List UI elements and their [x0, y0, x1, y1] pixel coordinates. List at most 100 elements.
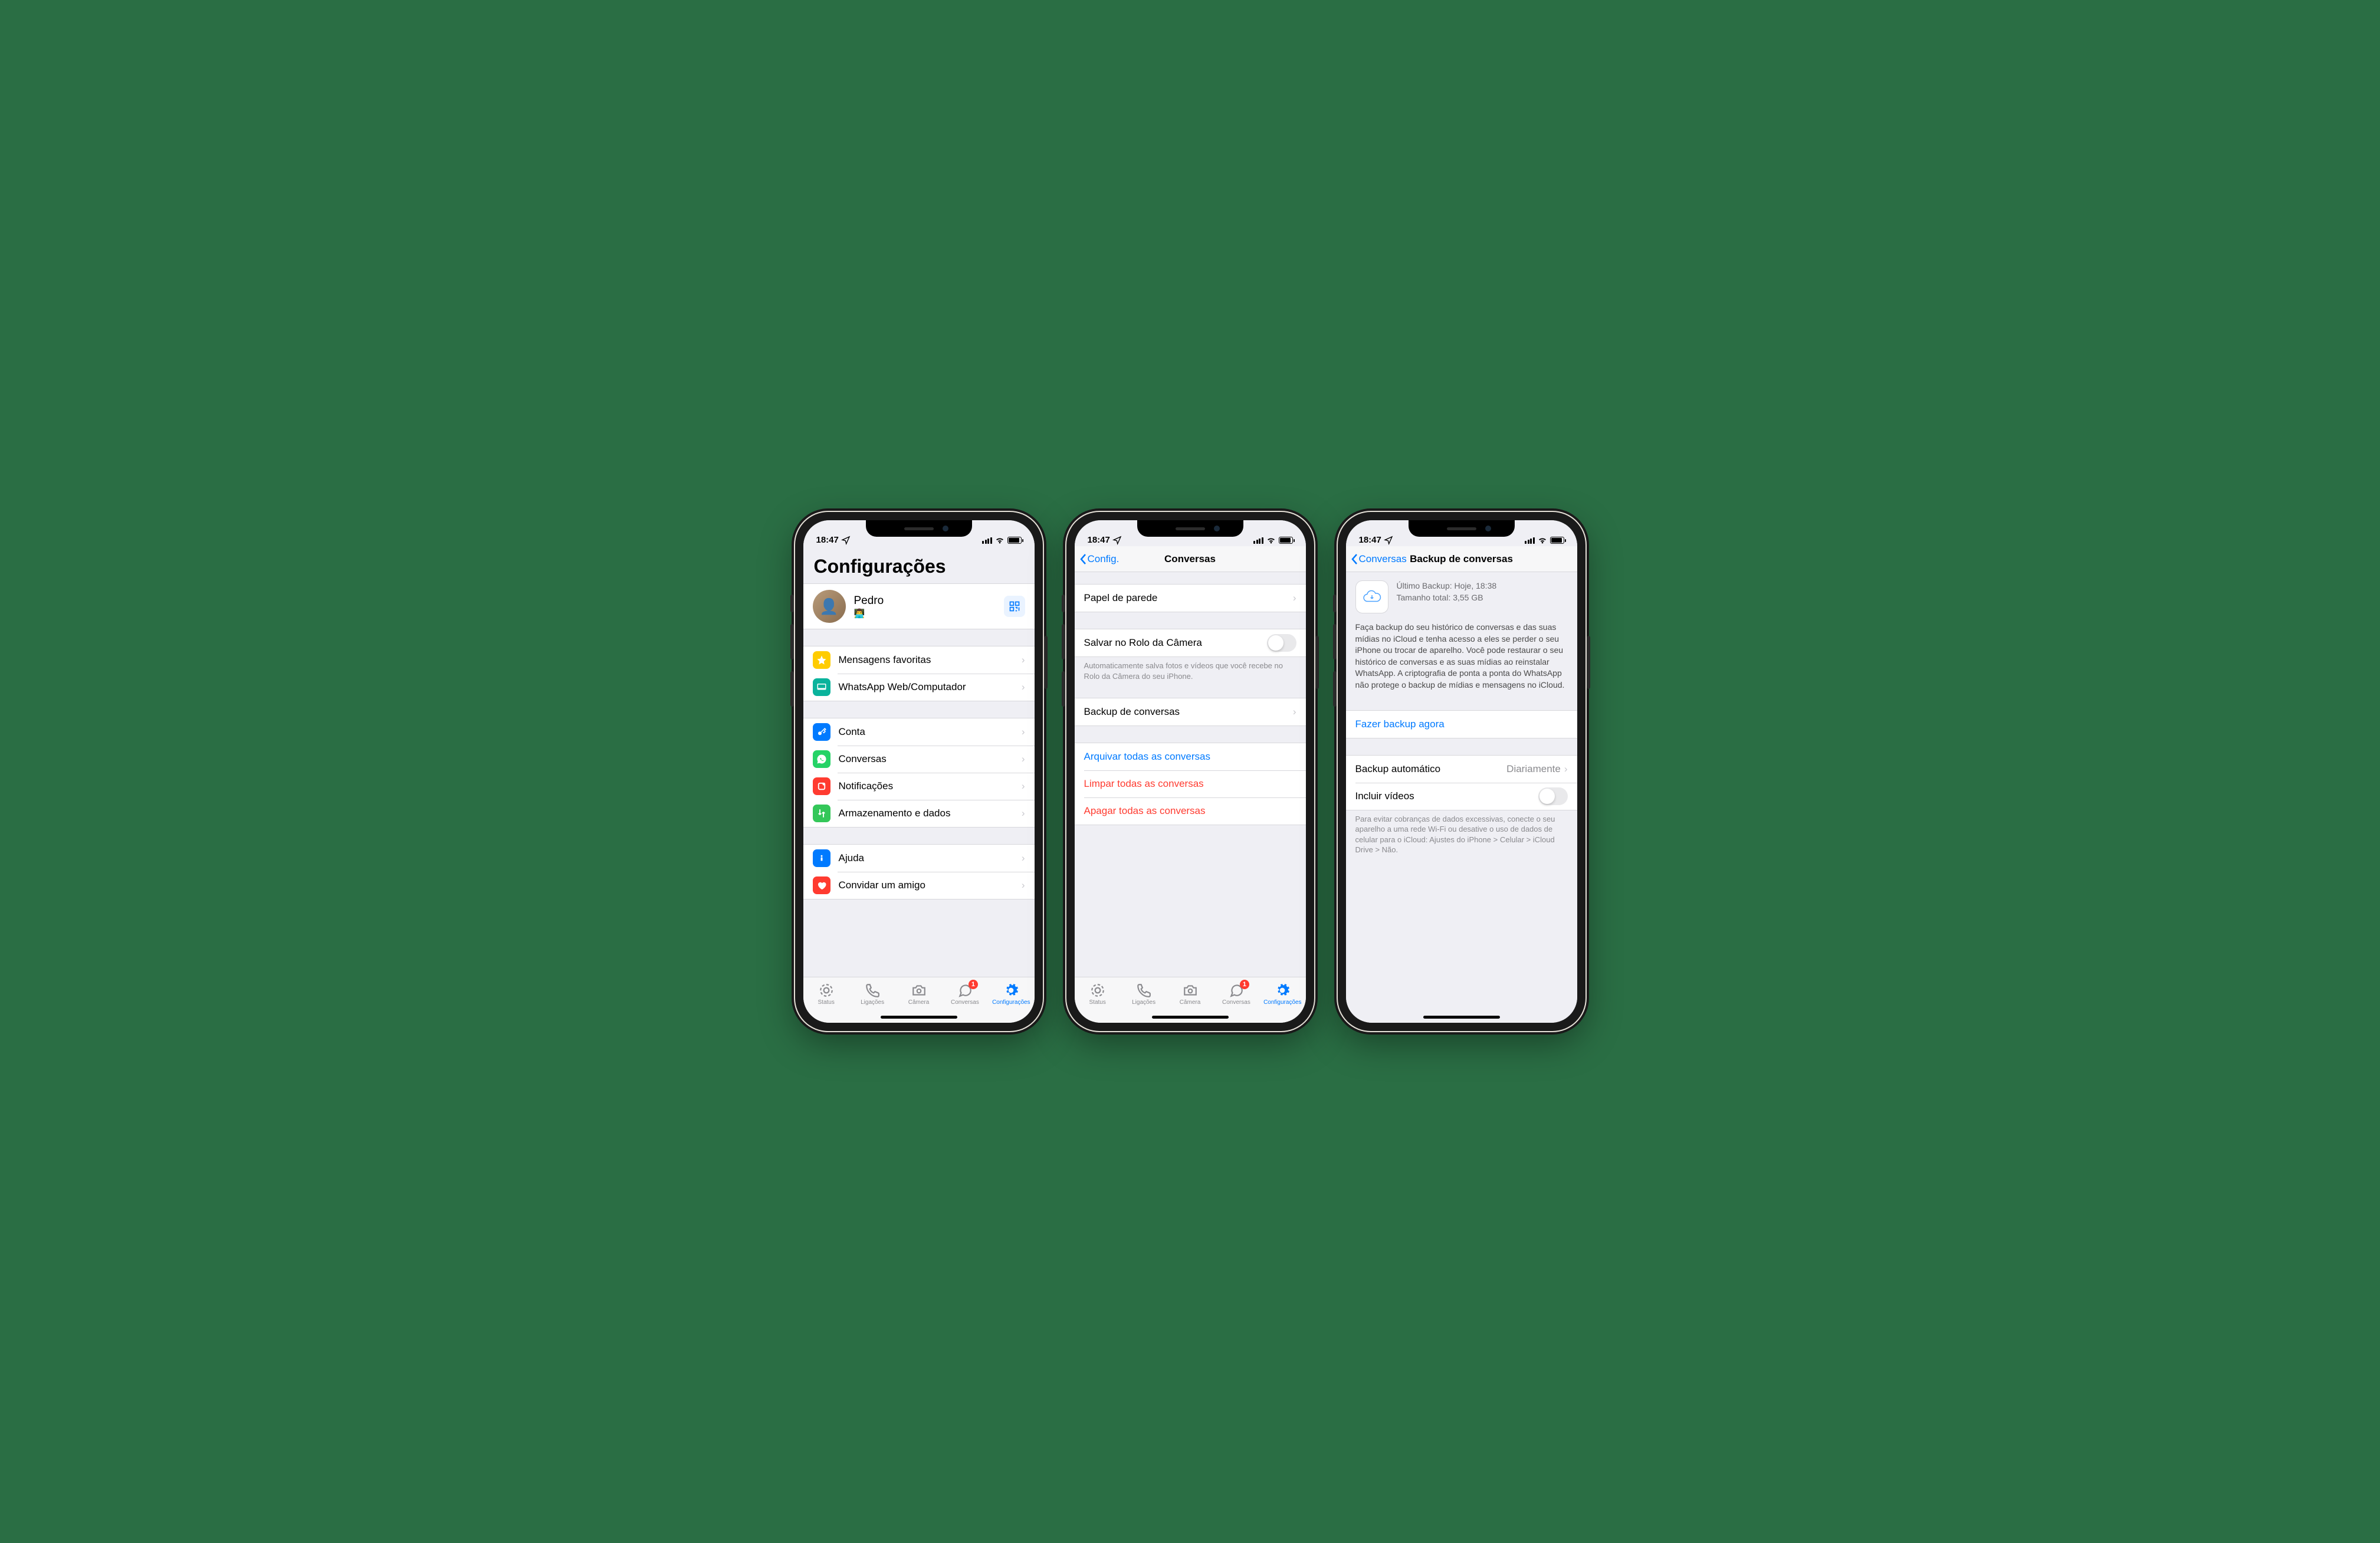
notch	[1409, 520, 1515, 537]
chevron-right-icon: ›	[1293, 706, 1296, 718]
tab-camera-label: Câmera	[1180, 999, 1201, 1006]
home-indicator[interactable]	[1423, 1016, 1500, 1019]
avatar	[813, 590, 846, 623]
chevron-right-icon: ›	[1022, 654, 1025, 666]
camera-icon	[1183, 983, 1198, 998]
backup-row[interactable]: Backup de conversas ›	[1075, 698, 1306, 725]
tab-camera[interactable]: Câmera	[895, 977, 941, 1011]
desktop-icon	[813, 678, 830, 696]
chevron-right-icon: ›	[1022, 753, 1025, 765]
back-button[interactable]: Config.	[1079, 553, 1120, 565]
battery-icon	[1279, 537, 1293, 544]
wallpaper-row[interactable]: Papel de parede ›	[1075, 585, 1306, 612]
save-camera-row: Salvar no Rolo da Câmera	[1075, 629, 1306, 656]
tab-camera-label: Câmera	[908, 999, 930, 1006]
starred-messages-row[interactable]: Mensagens favoritas ›	[803, 646, 1035, 674]
phone-frame-1: 18:47 Configurações Pedro 👨‍💻	[795, 512, 1043, 1031]
tab-camera[interactable]: Câmera	[1167, 977, 1213, 1011]
delete-label: Apagar todas as conversas	[1084, 805, 1296, 817]
whatsapp-icon	[813, 750, 830, 768]
home-indicator[interactable]	[1152, 1016, 1229, 1019]
icloud-info-box: Último Backup: Hoje, 18:38 Tamanho total…	[1346, 572, 1577, 617]
icloud-icon	[1355, 580, 1388, 613]
archive-all-row[interactable]: Arquivar todas as conversas	[1075, 743, 1306, 770]
nav-title: Conversas	[1164, 553, 1216, 565]
tab-calls[interactable]: Ligações	[849, 977, 895, 1011]
chats-label: Conversas	[839, 753, 1022, 765]
location-icon	[1384, 536, 1393, 545]
phone-frame-3: 18:47 Conversas Backup de conversas Últi…	[1338, 512, 1585, 1031]
back-button[interactable]: Conversas	[1351, 553, 1407, 565]
backup-now-row[interactable]: Fazer backup agora	[1346, 711, 1577, 738]
whatsapp-web-row[interactable]: WhatsApp Web/Computador ›	[803, 674, 1035, 701]
invite-label: Convidar um amigo	[839, 879, 1022, 891]
status-icon	[819, 983, 834, 998]
storage-row[interactable]: Armazenamento e dados ›	[803, 800, 1035, 827]
status-icon	[1090, 983, 1105, 998]
chevron-right-icon: ›	[1022, 879, 1025, 891]
save-camera-footer: Automaticamente salva fotos e vídeos que…	[1075, 657, 1306, 681]
chevron-right-icon: ›	[1022, 807, 1025, 819]
back-label: Conversas	[1359, 553, 1407, 565]
chevron-left-icon	[1351, 553, 1358, 565]
home-indicator[interactable]	[881, 1016, 957, 1019]
tab-calls[interactable]: Ligações	[1121, 977, 1167, 1011]
data-icon	[813, 805, 830, 822]
battery-icon	[1007, 537, 1022, 544]
screen-settings-root: 18:47 Configurações Pedro 👨‍💻	[803, 520, 1035, 1023]
gear-icon	[1275, 983, 1290, 998]
tab-status-label: Status	[1089, 999, 1106, 1006]
tab-status[interactable]: Status	[803, 977, 849, 1011]
notifications-label: Notificações	[839, 780, 1022, 792]
include-videos-toggle[interactable]	[1538, 787, 1568, 805]
starred-label: Mensagens favoritas	[839, 654, 1022, 666]
save-camera-toggle[interactable]	[1267, 634, 1296, 652]
status-time: 18:47	[816, 535, 839, 545]
tab-status-label: Status	[818, 999, 835, 1006]
include-videos-label: Incluir vídeos	[1355, 790, 1538, 802]
account-label: Conta	[839, 726, 1022, 738]
profile-cell[interactable]: Pedro 👨‍💻	[803, 583, 1035, 629]
qr-button[interactable]	[1004, 596, 1025, 617]
tab-settings[interactable]: Configurações	[988, 977, 1034, 1011]
auto-backup-label: Backup automático	[1355, 763, 1507, 775]
chevron-right-icon: ›	[1564, 763, 1568, 775]
tab-status[interactable]: Status	[1075, 977, 1121, 1011]
chevron-left-icon	[1079, 553, 1086, 565]
notifications-row[interactable]: Notificações ›	[803, 773, 1035, 800]
phone-icon	[1136, 983, 1151, 998]
tab-settings[interactable]: Configurações	[1259, 977, 1305, 1011]
help-label: Ajuda	[839, 852, 1022, 864]
backup-label: Backup de conversas	[1084, 706, 1293, 718]
wifi-icon	[995, 536, 1004, 545]
archive-label: Arquivar todas as conversas	[1084, 751, 1296, 763]
delete-all-row[interactable]: Apagar todas as conversas	[1075, 797, 1306, 825]
phone-frame-2: 18:47 Config. Conversas Papel de parede …	[1066, 512, 1314, 1031]
nav-title: Backup de conversas	[1410, 553, 1513, 565]
help-row[interactable]: Ajuda ›	[803, 845, 1035, 872]
gear-icon	[1003, 983, 1019, 998]
status-time: 18:47	[1088, 535, 1110, 545]
signal-icon	[1253, 537, 1263, 544]
chats-row[interactable]: Conversas ›	[803, 746, 1035, 773]
battery-icon	[1550, 537, 1564, 544]
tab-chats[interactable]: 1Conversas	[942, 977, 988, 1011]
key-icon	[813, 723, 830, 741]
qr-icon	[1009, 600, 1020, 612]
tab-chats-label: Conversas	[951, 999, 979, 1006]
auto-backup-row[interactable]: Backup automático Diariamente ›	[1346, 756, 1577, 783]
chevron-right-icon: ›	[1293, 592, 1296, 604]
account-row[interactable]: Conta ›	[803, 718, 1035, 746]
page-title: Configurações	[803, 546, 1035, 583]
backup-description: Faça backup do seu histórico de conversa…	[1346, 617, 1577, 698]
location-icon	[841, 536, 851, 545]
invite-row[interactable]: Convidar um amigo ›	[803, 872, 1035, 899]
chevron-right-icon: ›	[1022, 852, 1025, 864]
heart-icon	[813, 876, 830, 894]
clear-label: Limpar todas as conversas	[1084, 778, 1296, 790]
tab-chats[interactable]: 1Conversas	[1213, 977, 1259, 1011]
web-label: WhatsApp Web/Computador	[839, 681, 1022, 693]
info-icon	[813, 849, 830, 867]
location-icon	[1112, 536, 1122, 545]
clear-all-row[interactable]: Limpar todas as conversas	[1075, 770, 1306, 797]
